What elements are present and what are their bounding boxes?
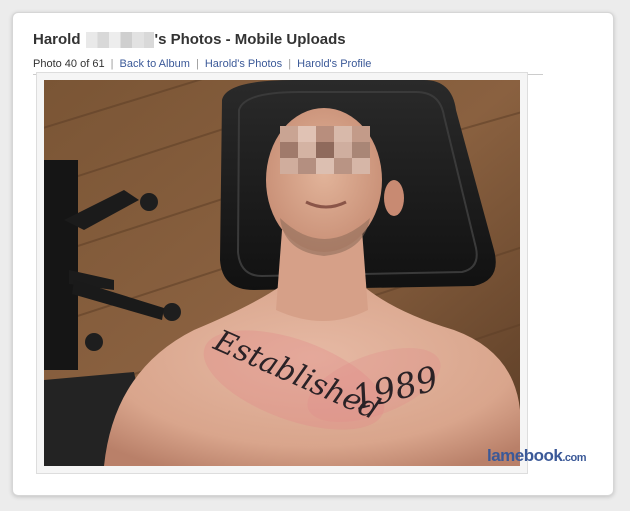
- back-to-album-link[interactable]: Back to Album: [120, 58, 190, 70]
- main-photo[interactable]: Established 1989: [44, 80, 520, 466]
- title-album-name: 's Photos - Mobile Uploads: [154, 31, 346, 48]
- breadcrumb-separator: |: [110, 58, 114, 70]
- photo-counter: Photo 40 of 61: [33, 58, 105, 70]
- watermark-brand: lamebook: [487, 446, 563, 465]
- breadcrumb: Photo 40 of 61 | Back to Album | Harold'…: [33, 58, 371, 70]
- title-owner-name: Harold: [33, 31, 81, 48]
- ear: [384, 180, 404, 216]
- photo-illustration: Established 1989: [44, 80, 520, 466]
- breadcrumb-separator: |: [195, 58, 199, 70]
- page-title: Harold 's Photos - Mobile Uploads: [33, 31, 346, 48]
- owner-profile-link[interactable]: Harold's Profile: [297, 58, 371, 70]
- lamebook-watermark: lamebook.com: [487, 446, 587, 466]
- owner-photos-link[interactable]: Harold's Photos: [205, 58, 282, 70]
- censored-surname: [85, 31, 154, 48]
- watermark-suffix: .com: [562, 452, 587, 464]
- breadcrumb-separator: |: [288, 58, 292, 70]
- photo-frame: Established 1989: [36, 72, 528, 474]
- face-censor: [280, 126, 370, 174]
